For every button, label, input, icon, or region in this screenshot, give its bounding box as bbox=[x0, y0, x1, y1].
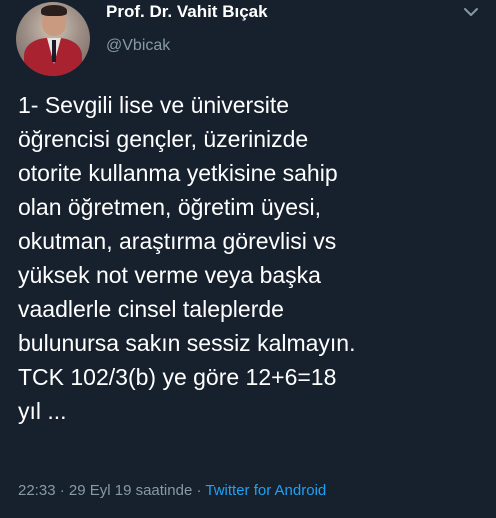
tweet-card: Prof. Dr. Vahit Bıçak @Vbicak 1- Sevgili… bbox=[0, 0, 496, 518]
tweet-text-line: otorite kullanma yetkisine sahip bbox=[18, 160, 338, 186]
tweet-text-line: 1- Sevgili lise ve üniversite bbox=[18, 92, 290, 118]
tweet-text-line: yıl ... bbox=[18, 398, 67, 424]
tweet-text-line: vaadlerle cinsel taleplerde bbox=[18, 296, 284, 322]
avatar-hair bbox=[41, 5, 67, 16]
chevron-down-icon[interactable] bbox=[462, 6, 480, 18]
avatar-tie bbox=[52, 40, 56, 62]
tweet-source-link[interactable]: Twitter for Android bbox=[205, 482, 326, 499]
tweet-text-line: TCK 102/3(b) ye göre 12+6=18 bbox=[18, 364, 337, 390]
tweet-text: 1- Sevgili lise ve üniversite öğrencisi … bbox=[18, 88, 488, 428]
tweet-text-line: olan öğretmen, öğretim üyesi, bbox=[18, 194, 321, 220]
avatar[interactable] bbox=[16, 2, 90, 76]
tweet-meta: 22:33 · 29 Eyl 19 saatinde · Twitter for… bbox=[18, 482, 326, 499]
tweet-text-line: yüksek not verme veya başka bbox=[18, 262, 321, 288]
tweet-timestamp[interactable]: 22:33 · 29 Eyl 19 saatinde · bbox=[18, 482, 205, 499]
tweet-text-line: öğrencisi gençler, üzerinizde bbox=[18, 126, 309, 152]
author-name[interactable]: Prof. Dr. Vahit Bıçak bbox=[106, 2, 268, 22]
tweet-text-line: bulunursa sakın sessiz kalmayın. bbox=[18, 330, 356, 356]
tweet-text-line: okutman, araştırma görevlisi vs bbox=[18, 228, 337, 254]
author-handle[interactable]: @Vbicak bbox=[106, 37, 170, 55]
